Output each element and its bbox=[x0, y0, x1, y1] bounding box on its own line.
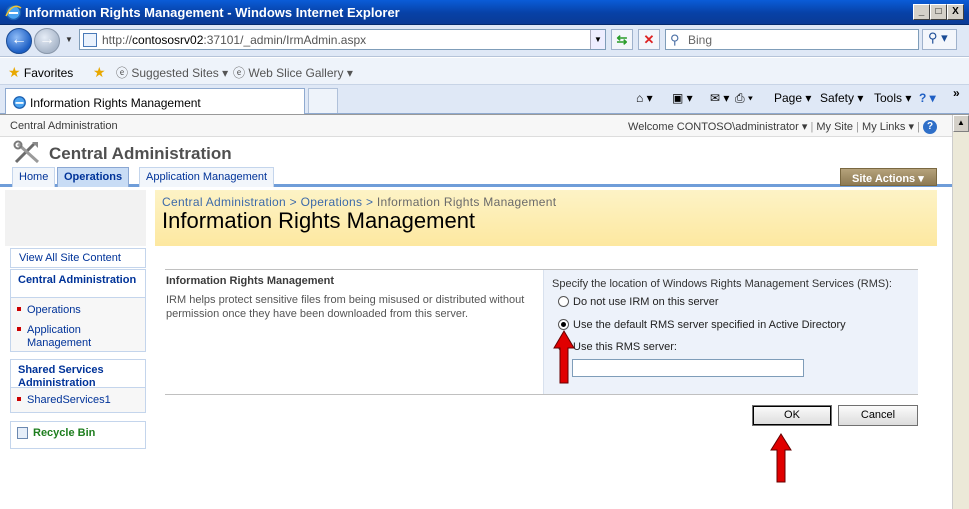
tab-title: Information Rights Management bbox=[30, 96, 201, 110]
web-slice-gallery-link[interactable]: ⓔ Web Slice Gallery ▾ bbox=[233, 64, 353, 81]
breadcrumb-root-link[interactable]: Central Administration bbox=[162, 195, 286, 209]
refresh-button[interactable]: ⇆ bbox=[611, 29, 633, 50]
ql-list-shared-services: SharedServices1 bbox=[10, 387, 146, 413]
address-toolbar: ← → ▼ http://contososrv02:37101/_admin/I… bbox=[0, 25, 969, 57]
breadcrumb-parent-link[interactable]: Operations bbox=[301, 195, 363, 209]
forward-button[interactable]: → bbox=[34, 28, 60, 54]
back-button[interactable]: ← bbox=[6, 28, 32, 54]
radio-use-default-rms[interactable]: Use the default RMS server specified in … bbox=[558, 318, 846, 331]
my-site-link[interactable]: My Site bbox=[816, 121, 853, 133]
recycle-bin-icon bbox=[17, 427, 28, 440]
breadcrumb-separator: > bbox=[289, 195, 297, 209]
vertical-scrollbar[interactable]: ▲ bbox=[952, 115, 969, 509]
annotation-arrow-icon bbox=[770, 433, 792, 483]
site-header: Central Administration bbox=[0, 137, 952, 167]
nav-tab-home[interactable]: Home bbox=[12, 167, 56, 187]
ql-item-sharedservices1[interactable]: SharedServices1 bbox=[17, 394, 111, 407]
welcome-menu[interactable]: Welcome CONTOSO\administrator ▾ bbox=[628, 121, 807, 133]
favorites-button[interactable]: ★ Favorites bbox=[8, 64, 73, 81]
new-tab-button[interactable] bbox=[308, 88, 338, 113]
minimize-button[interactable]: _ bbox=[913, 4, 930, 20]
radio-button-selected[interactable] bbox=[558, 318, 569, 330]
radio-button[interactable] bbox=[558, 295, 569, 307]
favorites-star-icon: ★ bbox=[8, 64, 21, 80]
radio-do-not-use-irm[interactable]: Do not use IRM on this server bbox=[558, 295, 719, 308]
search-icon: ⚲ bbox=[928, 30, 938, 45]
suggested-sites-link[interactable]: ⓔ Suggested Sites ▾ bbox=[116, 64, 228, 81]
ql-heading-central-admin[interactable]: Central Administration bbox=[10, 269, 146, 297]
tab-bar: Information Rights Management ⌂ ▾ ▣ ▾ ✉ … bbox=[0, 85, 969, 114]
window-title-bar: Information Rights Management - Windows … bbox=[0, 0, 969, 25]
favorites-bar: ★ Favorites ★ ⓔ Suggested Sites ▾ ⓔ Web … bbox=[0, 58, 969, 85]
toolbar-overflow-icon[interactable]: » bbox=[953, 86, 960, 100]
central-admin-tools-icon bbox=[13, 140, 40, 164]
top-site-link[interactable]: Central Administration bbox=[10, 120, 118, 132]
site-actions-menu[interactable]: Site Actions ▾ bbox=[840, 168, 937, 186]
help-icon[interactable]: ? bbox=[923, 120, 937, 135]
nav-tab-operations[interactable]: Operations bbox=[57, 167, 130, 187]
scroll-up-icon[interactable]: ▲ bbox=[953, 115, 969, 132]
my-links-menu[interactable]: My Links ▾ bbox=[862, 121, 914, 133]
forward-arrow-icon: → bbox=[39, 31, 55, 48]
ie-logo-icon bbox=[5, 4, 22, 21]
recycle-bin-link[interactable]: Recycle Bin bbox=[10, 421, 146, 449]
back-arrow-icon: ← bbox=[11, 31, 27, 48]
breadcrumb: Central Administration > Operations > In… bbox=[162, 195, 556, 209]
section-description: IRM helps protect sensitive files from b… bbox=[166, 294, 525, 320]
ie-page-icon: ⓔ bbox=[233, 66, 246, 80]
print-icon[interactable]: ⎙ ▾ bbox=[735, 91, 753, 106]
add-favorite-icon[interactable]: ★ bbox=[93, 64, 106, 81]
maximize-button[interactable]: □ bbox=[930, 4, 947, 20]
user-links: Welcome CONTOSO\administrator ▾ | My Sit… bbox=[628, 120, 937, 135]
home-icon[interactable]: ⌂ ▾ bbox=[636, 91, 653, 105]
page-title: Information Rights Management bbox=[162, 208, 476, 233]
ql-item-application-management[interactable]: Application Management bbox=[17, 324, 137, 350]
nav-tab-application-management[interactable]: Application Management bbox=[139, 167, 275, 187]
browser-tab[interactable]: Information Rights Management bbox=[5, 88, 305, 114]
rms-server-input[interactable] bbox=[572, 359, 804, 377]
ql-heading-shared-services[interactable]: Shared Services Administration bbox=[10, 359, 146, 389]
global-links-bar: Central Administration Welcome CONTOSO\a… bbox=[0, 115, 952, 137]
safety-menu[interactable]: Safety ▾ bbox=[820, 91, 863, 105]
search-placeholder: Bing bbox=[688, 33, 713, 47]
left-nav-header-band bbox=[5, 190, 146, 246]
tools-menu[interactable]: Tools ▾ bbox=[874, 91, 911, 105]
feeds-icon[interactable]: ▣ ▾ bbox=[672, 91, 693, 105]
ql-list-central-admin: Operations Application Management bbox=[10, 297, 146, 352]
history-dropdown-icon[interactable]: ▼ bbox=[65, 35, 73, 44]
search-engine-icon: ⚲ bbox=[670, 32, 680, 47]
top-nav: Home Operations Application Management bbox=[0, 167, 952, 187]
section-title: Information Rights Management bbox=[166, 275, 335, 287]
page-icon bbox=[83, 33, 97, 47]
rms-location-label: Specify the location of Windows Rights M… bbox=[552, 278, 892, 290]
ie-logo-icon bbox=[13, 96, 26, 109]
page-menu[interactable]: Page ▾ bbox=[774, 91, 811, 105]
ok-button[interactable]: OK bbox=[752, 405, 832, 426]
cancel-button[interactable]: Cancel bbox=[838, 405, 918, 426]
mail-icon[interactable]: ✉ ▾ bbox=[710, 91, 729, 105]
page-viewport: Central Administration Welcome CONTOSO\a… bbox=[0, 114, 969, 509]
address-dropdown-icon[interactable]: ▼ bbox=[590, 30, 605, 49]
ql-item-operations[interactable]: Operations bbox=[17, 304, 81, 317]
help-icon[interactable]: ? ▾ bbox=[919, 91, 936, 105]
irm-settings-panel: Specify the location of Windows Rights M… bbox=[543, 270, 918, 394]
stop-button[interactable]: ✕ bbox=[638, 29, 660, 50]
search-button[interactable]: ⚲ ▾ bbox=[922, 29, 957, 50]
ie-page-icon: ⓔ bbox=[116, 66, 129, 80]
view-all-site-content-link[interactable]: View All Site Content bbox=[10, 248, 146, 268]
search-input[interactable]: ⚲ Bing bbox=[665, 29, 919, 50]
breadcrumb-separator: > bbox=[365, 195, 374, 209]
annotation-arrow-icon bbox=[553, 330, 575, 384]
site-title: Central Administration bbox=[49, 144, 232, 163]
section-divider bbox=[165, 394, 918, 395]
window-title: Information Rights Management - Windows … bbox=[25, 5, 400, 20]
address-text: http://contososrv02:37101/_admin/IrmAdmi… bbox=[102, 33, 367, 47]
radio-use-this-rms-server[interactable]: Use this RMS server: bbox=[558, 340, 677, 353]
close-button[interactable]: X bbox=[947, 4, 964, 20]
breadcrumb-current: Information Rights Management bbox=[376, 195, 557, 209]
address-input[interactable]: http://contososrv02:37101/_admin/IrmAdmi… bbox=[79, 29, 606, 50]
